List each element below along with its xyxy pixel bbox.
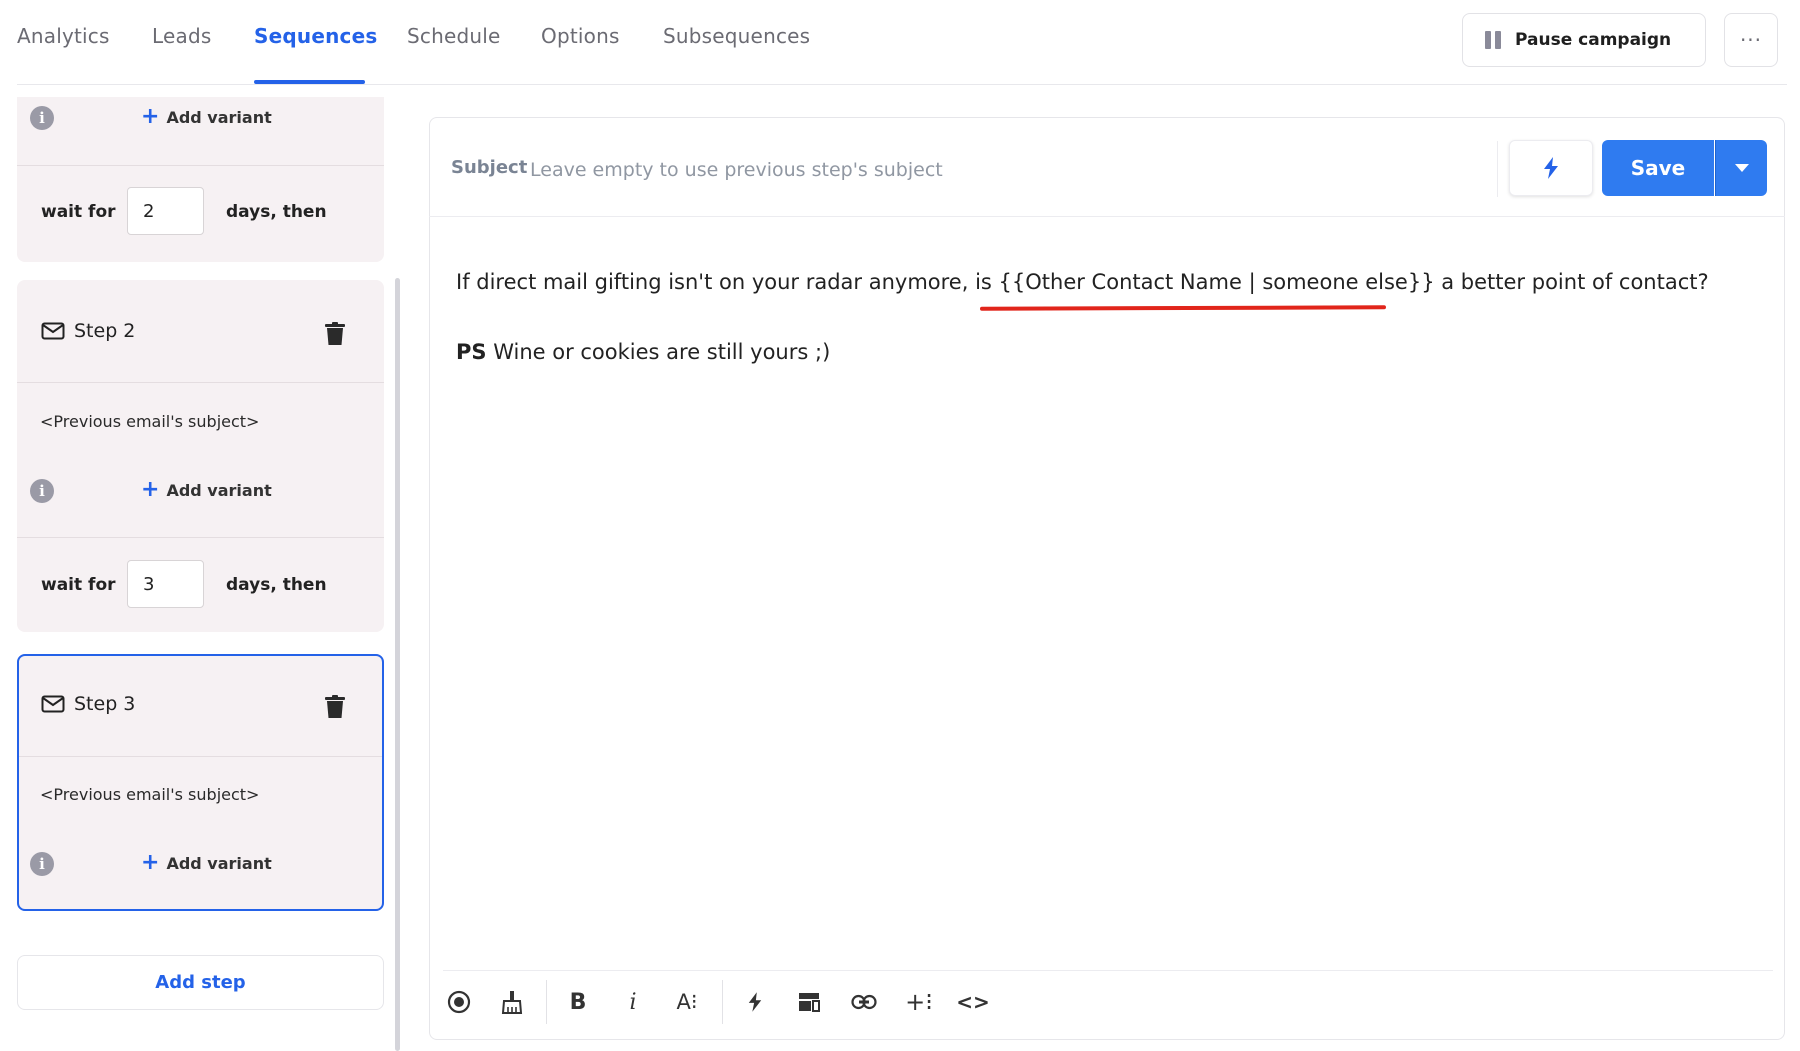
body-text: If direct mail gifting isn't on your rad… — [456, 270, 999, 294]
template-icon[interactable] — [791, 984, 827, 1020]
wait-for-label: wait for — [41, 575, 116, 595]
mail-icon — [41, 322, 65, 340]
tab-leads[interactable]: Leads — [152, 24, 211, 48]
pause-icon — [1485, 31, 1501, 49]
plus-icon: + — [141, 477, 160, 502]
divider — [1497, 141, 1498, 197]
body-bold-text: PS — [456, 340, 487, 364]
variables-toolbar-icon[interactable] — [737, 984, 773, 1020]
divider — [722, 980, 723, 1024]
divider — [546, 980, 547, 1024]
link-icon[interactable] — [846, 984, 882, 1020]
divider — [17, 382, 384, 383]
add-variant-button-step1[interactable]: + Add variant — [141, 106, 272, 128]
add-step-label: Add step — [155, 972, 246, 993]
mail-icon — [41, 695, 65, 713]
pause-campaign-label: Pause campaign — [1515, 30, 1672, 50]
add-variant-label: Add variant — [166, 853, 272, 873]
days-then-label: days, then — [226, 202, 327, 222]
save-options-dropdown[interactable] — [1715, 140, 1767, 196]
step-3-label: Step 3 — [74, 693, 136, 715]
tab-analytics[interactable]: Analytics — [17, 24, 110, 48]
info-icon[interactable]: i — [30, 852, 54, 876]
bold-icon[interactable]: B — [560, 984, 596, 1020]
delete-step-3-trash-icon[interactable] — [325, 695, 345, 719]
add-variant-label: Add variant — [166, 480, 272, 500]
tab-sequences[interactable]: Sequences — [254, 24, 377, 48]
preview-icon[interactable] — [441, 984, 477, 1020]
lightning-icon — [1544, 157, 1558, 179]
divider — [17, 537, 384, 538]
step-2-subject[interactable]: <Previous email's subject> — [40, 412, 259, 431]
caret-down-icon — [1734, 164, 1749, 172]
delete-step-2-trash-icon[interactable] — [325, 322, 345, 346]
save-label: Save — [1630, 156, 1686, 180]
add-variant-label: Add variant — [166, 107, 272, 127]
plus-icon: + — [141, 850, 160, 875]
wait-days-input-step1[interactable] — [127, 187, 204, 235]
body-text: Wine or cookies are still yours ;) — [486, 340, 831, 364]
variable-token: {{Other Contact Name | someone else}} — [998, 270, 1435, 294]
more-icon: ··· — [1739, 28, 1763, 52]
divider — [19, 756, 382, 757]
clear-format-icon[interactable] — [494, 984, 530, 1020]
tab-schedule[interactable]: Schedule — [407, 24, 501, 48]
subject-label: Subject — [451, 157, 528, 178]
add-step-button[interactable]: Add step — [17, 955, 384, 1010]
step-3-title: Step 3 — [41, 693, 135, 715]
body-text: a better point of contact? — [1434, 270, 1709, 294]
add-variant-button-step3[interactable]: + Add variant — [141, 852, 272, 874]
wait-days-input-step2[interactable] — [127, 560, 204, 608]
info-icon[interactable]: i — [30, 106, 54, 130]
email-body-line-2[interactable]: PS Wine or cookies are still yours ;) — [456, 340, 830, 364]
step-2-title: Step 2 — [41, 320, 135, 342]
subject-input[interactable] — [528, 152, 1482, 188]
pause-campaign-button[interactable]: Pause campaign — [1462, 13, 1706, 67]
add-variant-button-step2[interactable]: + Add variant — [141, 479, 272, 501]
toolbar-divider — [443, 970, 1773, 971]
italic-icon[interactable]: i — [615, 984, 651, 1020]
more-options-button[interactable]: ··· — [1724, 13, 1778, 67]
plus-icon: + — [141, 104, 160, 129]
font-size-icon[interactable]: A⁝ — [669, 984, 705, 1020]
tab-subsequences[interactable]: Subsequences — [663, 24, 810, 48]
step-2-label: Step 2 — [74, 320, 136, 342]
divider — [17, 165, 384, 166]
info-icon[interactable]: i — [30, 479, 54, 503]
insert-field-icon[interactable]: +⁝ — [901, 984, 937, 1020]
email-body-line-1[interactable]: If direct mail gifting isn't on your rad… — [456, 270, 1709, 294]
code-view-icon[interactable]: <> — [955, 984, 991, 1020]
days-then-label: days, then — [226, 575, 327, 595]
sidebar-scrollbar[interactable] — [395, 278, 400, 1051]
email-editor — [429, 117, 1785, 1040]
tab-options[interactable]: Options — [541, 24, 620, 48]
variables-button[interactable] — [1509, 140, 1593, 196]
wait-for-label: wait for — [41, 202, 116, 222]
step-3-subject[interactable]: <Previous email's subject> — [40, 785, 259, 804]
save-button[interactable]: Save — [1602, 140, 1714, 196]
active-tab-indicator — [254, 80, 365, 84]
